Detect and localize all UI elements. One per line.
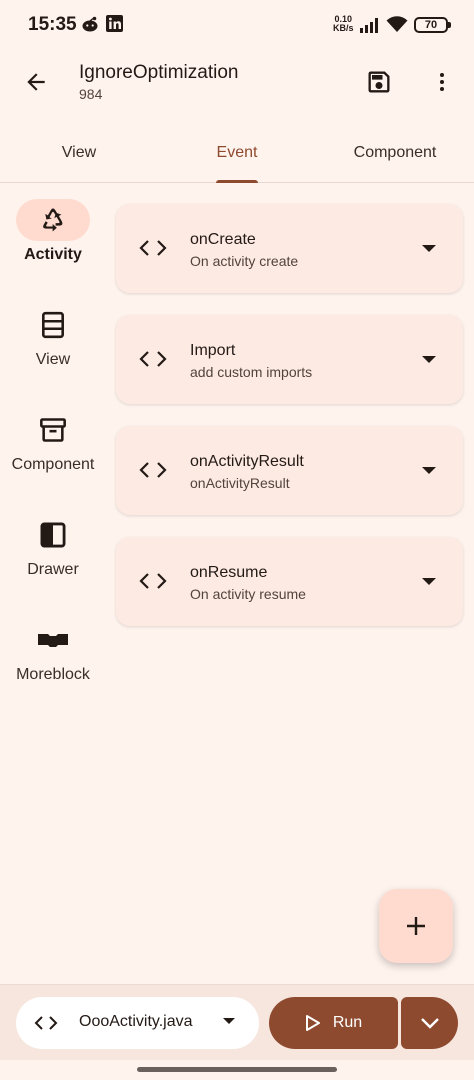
status-time: 15:35 <box>28 14 77 35</box>
rail-pill <box>16 409 90 451</box>
app-bar: IgnoreOptimization 984 <box>0 50 474 114</box>
play-icon <box>305 1015 320 1031</box>
event-card-import[interactable]: Import add custom imports <box>116 315 463 404</box>
event-title: onCreate <box>190 231 256 248</box>
recycle-icon <box>43 208 63 232</box>
rail-pill <box>16 514 90 556</box>
event-card-onresume[interactable]: onResume On activity resume <box>116 537 463 626</box>
project-id: 984 <box>79 86 103 102</box>
code-icon <box>139 573 167 589</box>
rail-item-component[interactable]: Component <box>0 406 106 501</box>
code-icon <box>139 462 167 478</box>
event-title: onActivityResult <box>190 453 304 470</box>
dropdown-icon[interactable] <box>417 240 441 258</box>
chevron-down-icon <box>420 1018 439 1029</box>
code-icon <box>34 1016 58 1030</box>
wifi-icon <box>386 15 408 38</box>
moreblock-icon <box>38 634 68 647</box>
rail-label-view: View <box>35 351 71 368</box>
status-bar: 15:35 0.10 KB/s 70 <box>0 0 474 50</box>
add-icon <box>407 917 425 935</box>
rail-label-moreblock: Moreblock <box>16 666 90 683</box>
run-label: Run <box>332 1014 363 1031</box>
file-selector[interactable]: OooActivity.java <box>16 997 259 1049</box>
code-icon <box>139 240 167 256</box>
more-options-button[interactable] <box>420 60 464 104</box>
file-name: OooActivity.java <box>79 1013 193 1030</box>
archive-icon <box>40 418 66 442</box>
rail-item-view[interactable]: View <box>0 301 106 396</box>
rail-item-activity[interactable]: Activity <box>0 196 106 291</box>
save-icon <box>368 71 390 93</box>
rail-pill <box>16 304 90 346</box>
tab-view[interactable]: View <box>0 124 158 182</box>
add-event-fab[interactable] <box>379 889 453 963</box>
dropdown-icon <box>223 1018 235 1024</box>
project-title: IgnoreOptimization <box>79 62 239 83</box>
rail-label-activity: Activity <box>24 246 82 263</box>
more-vert-icon <box>440 73 444 91</box>
tab-component[interactable]: Component <box>316 124 474 182</box>
reddit-icon <box>81 15 99 38</box>
event-title: onResume <box>190 564 268 581</box>
tab-bar: View Event Component <box>0 124 474 183</box>
bottom-bar: OooActivity.java Run <box>0 984 474 1060</box>
gesture-bar[interactable] <box>137 1067 337 1072</box>
drawer-icon <box>40 522 66 548</box>
view-stack-icon <box>42 311 64 339</box>
net-speed: 0.10 KB/s <box>333 15 354 33</box>
rail-pill <box>16 619 90 661</box>
dropdown-icon[interactable] <box>417 351 441 369</box>
rail-pill <box>16 199 90 241</box>
event-subtitle: onActivityResult <box>190 475 290 491</box>
dropdown-icon[interactable] <box>417 573 441 591</box>
back-icon <box>27 73 45 91</box>
battery-icon: 70 <box>414 17 451 33</box>
rail-item-moreblock[interactable]: Moreblock <box>0 616 106 711</box>
linkedin-icon <box>106 15 123 37</box>
code-icon <box>139 351 167 367</box>
back-button[interactable] <box>14 60 58 104</box>
event-card-onactivityresult[interactable]: onActivityResult onActivityResult <box>116 426 463 515</box>
rail-label-component: Component <box>11 456 95 473</box>
event-card-oncreate[interactable]: onCreate On activity create <box>116 204 463 293</box>
dropdown-icon[interactable] <box>417 462 441 480</box>
rail-item-drawer[interactable]: Drawer <box>0 511 106 606</box>
run-button[interactable]: Run <box>269 997 398 1049</box>
event-subtitle: On activity resume <box>190 586 306 602</box>
tab-indicator <box>216 180 258 183</box>
save-button[interactable] <box>357 60 401 104</box>
event-subtitle: add custom imports <box>190 364 313 380</box>
run-options-button[interactable] <box>401 997 458 1049</box>
event-subtitle: On activity create <box>190 253 299 269</box>
signal-icon <box>360 17 382 38</box>
event-title: Import <box>190 342 236 359</box>
rail-label-drawer: Drawer <box>27 561 79 578</box>
tab-event[interactable]: Event <box>158 124 316 182</box>
net-speed-unit: KB/s <box>333 23 354 33</box>
